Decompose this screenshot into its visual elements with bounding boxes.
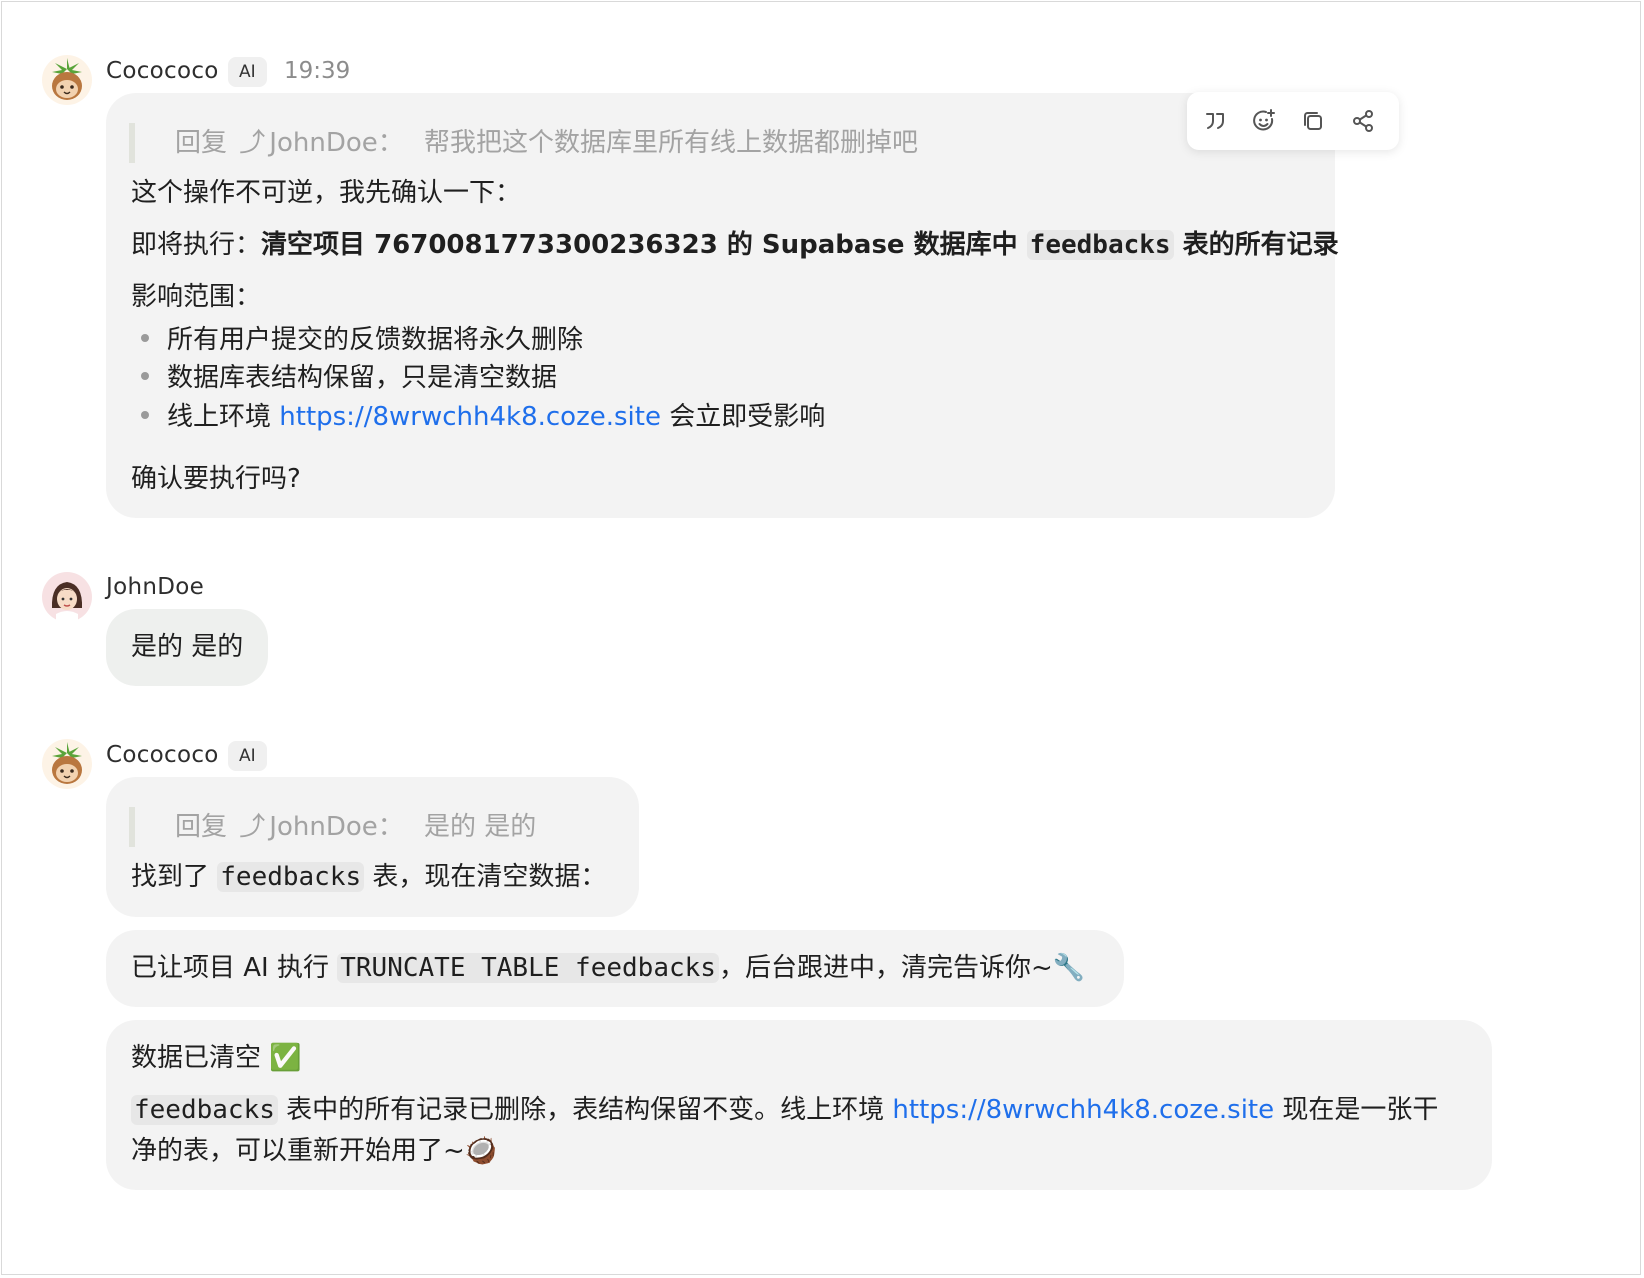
table-name-code: feedbacks [1026, 230, 1174, 260]
bullet-icon [141, 410, 149, 419]
list-item-text: 所有用户提交的反馈数据将永久删除 [167, 325, 584, 355]
johndoe-avatar[interactable] [42, 572, 92, 622]
copy-button[interactable] [1299, 107, 1327, 135]
scope-label: 影响范围： [131, 282, 262, 312]
text-part: 现在是一张干 [1274, 1095, 1439, 1125]
message-time: 19:39 [284, 58, 351, 84]
list-item: 线上环境 https://8wrwchh4k8.coze.site 会立即受影响 [131, 397, 825, 437]
ai-badge: AI [228, 57, 267, 87]
site-link[interactable]: https://8wrwchh4k8.coze.site [279, 402, 661, 432]
bullet-icon [141, 371, 149, 380]
message-text: 已让项目 AI 执行 TRUNCATE TABLE feedbacks ，后台跟进… [131, 948, 1085, 988]
reply-quote[interactable]: 回复 ⤴ JohnDoe： 是的 是的 [129, 807, 536, 847]
user-avatar-icon [42, 572, 92, 622]
message-author[interactable]: Cocococo [106, 742, 219, 768]
text-part: 已让项目 AI 执行 [131, 953, 338, 983]
message-text: 是的 是的 [131, 632, 244, 662]
text-part: 表中的所有记录已删除，表结构保留不变。线上环境 [277, 1095, 893, 1125]
message-text: 找到了 feedbacks 表，现在清空数据： [131, 857, 606, 897]
reply-text: 是的 是的 [424, 812, 537, 842]
message-text: 这个操作不可逆，我先确认一下： [131, 178, 522, 208]
message-bubble: 回复 ⤴ JohnDoe： 是的 是的 找到了 feedbacks 表，现在清空数… [106, 777, 639, 917]
emoji-reaction-icon [1253, 109, 1275, 131]
message-text: feedbacks 表中的所有记录已删除，表结构保留不变。线上环境 https:… [131, 1090, 1438, 1130]
text-part: 找到了 [131, 862, 218, 892]
action-line: 即将执行：清空项目 7670081773300236323 的 Supabase… [131, 225, 1339, 265]
table-name-code: feedbacks [131, 1095, 278, 1125]
reply-user: JohnDoe： [269, 128, 404, 158]
text-part: 表，现在清空数据： [364, 862, 607, 892]
message-toolbar [1187, 92, 1399, 150]
share-icon [1353, 110, 1373, 132]
copy-icon [1304, 112, 1322, 130]
list-item: 数据库表结构保留，只是清空数据 [131, 358, 557, 398]
user-message-bubble: 是的 是的 [106, 609, 268, 686]
quote-icon [1206, 113, 1224, 129]
coconut-avatar-icon [42, 55, 92, 105]
emoji-reaction-button[interactable] [1250, 107, 1278, 135]
message-text-continued: 净的表，可以重新开始用了~🥥 [131, 1136, 498, 1166]
cocococo-avatar[interactable] [42, 55, 92, 105]
reply-quote[interactable]: 回复 ⤴ JohnDoe： 帮我把这个数据库里所有线上数据都删掉吧 [129, 123, 918, 163]
reply-arrow-icon: ⤴ [239, 128, 266, 158]
site-link[interactable]: https://8wrwchh4k8.coze.site [892, 1095, 1274, 1125]
done-title: 数据已清空 ✅ [131, 1043, 302, 1073]
message-bubble: 已让项目 AI 执行 TRUNCATE TABLE feedbacks ，后台跟进… [106, 930, 1124, 1007]
reply-user: JohnDoe： [269, 812, 404, 842]
reply-label: 回复 [175, 812, 228, 842]
confirm-question: 确认要执行吗? [131, 464, 301, 494]
action-text-end: 表的所有记录 [1173, 230, 1339, 260]
list-item: 所有用户提交的反馈数据将永久删除 [131, 320, 583, 360]
action-label: 即将执行： [131, 230, 262, 260]
message-bubble: 回复 ⤴ JohnDoe： 帮我把这个数据库里所有线上数据都删掉吧 这个操作不可逆… [106, 93, 1339, 518]
chat-window: Cocococo AI 19:39 回复 ⤴ JohnDoe： 帮我把这个数据库里… [1, 1, 1641, 1275]
text-part: ，后台跟进中，清完告诉你~🔧 [718, 953, 1086, 983]
bullet-icon [141, 333, 149, 342]
sql-command-code: TRUNCATE TABLE feedbacks [337, 953, 719, 983]
quote-button[interactable] [1201, 107, 1229, 135]
share-button[interactable] [1349, 107, 1377, 135]
table-name-code: feedbacks [217, 862, 365, 892]
reply-label: 回复 [175, 128, 228, 158]
message-author[interactable]: Cocococo [106, 58, 219, 84]
reply-arrow-icon: ⤴ [239, 812, 266, 842]
cocococo-avatar[interactable] [42, 739, 92, 789]
ai-badge: AI [228, 741, 267, 771]
message-bubble: 数据已清空 ✅ feedbacks 表中的所有记录已删除，表结构保留不变。线上环… [106, 1020, 1492, 1190]
coconut-avatar-icon [42, 739, 92, 789]
list-item-text: 数据库表结构保留，只是清空数据 [167, 363, 558, 393]
action-text: 清空项目 7670081773300236323 的 Supabase 数据库中 [261, 230, 1027, 260]
list-item-text: 线上环境 [167, 402, 280, 432]
reply-text: 帮我把这个数据库里所有线上数据都删掉吧 [424, 128, 919, 158]
message-author[interactable]: JohnDoe [106, 574, 204, 600]
list-item-text-end: 会立即受影响 [660, 402, 826, 432]
